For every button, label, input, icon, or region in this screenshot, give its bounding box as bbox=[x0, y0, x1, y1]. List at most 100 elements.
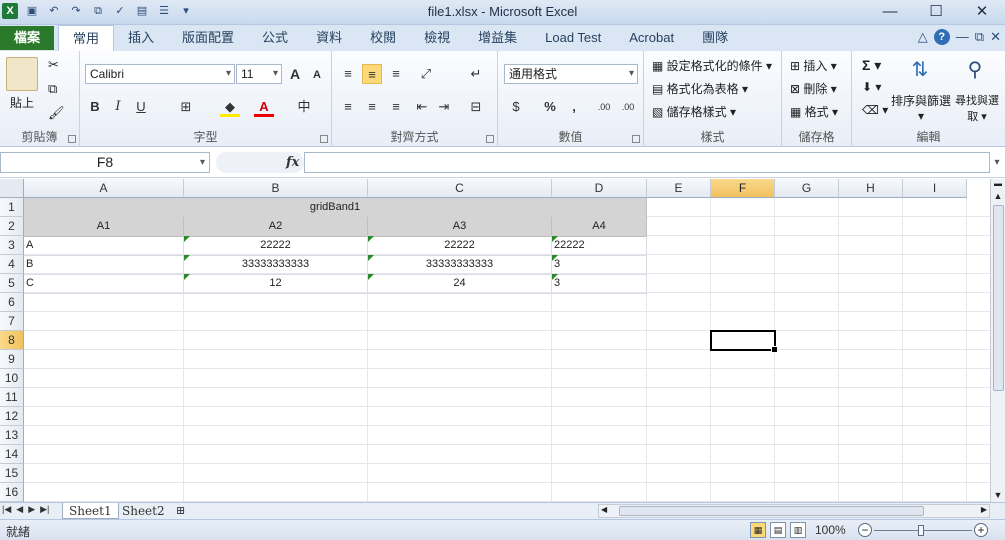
tab-acrobat[interactable]: Acrobat bbox=[615, 25, 688, 51]
column-header-i[interactable]: I bbox=[903, 179, 967, 198]
row-header-13[interactable]: 13 bbox=[0, 426, 24, 445]
select-all-corner[interactable] bbox=[0, 179, 24, 198]
table-cell[interactable]: 33333333333 bbox=[184, 255, 368, 275]
font-color-icon[interactable]: A bbox=[254, 97, 274, 117]
insert-cells-button[interactable]: ⊞ 插入 ▾ bbox=[790, 57, 837, 74]
page-layout-view-icon[interactable]: ▤ bbox=[770, 522, 786, 538]
split-box-icon[interactable]: ▬ bbox=[991, 179, 1005, 189]
row-header-5[interactable]: 5 bbox=[0, 274, 24, 293]
page-break-view-icon[interactable]: ▥ bbox=[790, 522, 806, 538]
row-header-2[interactable]: 2 bbox=[0, 217, 24, 236]
scroll-down-icon[interactable]: ▼ bbox=[991, 490, 1005, 500]
decrease-indent-icon[interactable]: ⇤ bbox=[412, 97, 432, 117]
formula-input[interactable] bbox=[304, 152, 990, 173]
row-header-10[interactable]: 10 bbox=[0, 369, 24, 388]
help-icon[interactable]: ? bbox=[933, 29, 950, 45]
maximize-icon[interactable]: ☐ bbox=[913, 0, 959, 24]
zoom-in-icon[interactable]: + bbox=[974, 523, 988, 537]
table-cell[interactable]: 22222 bbox=[368, 236, 552, 256]
scroll-up-icon[interactable]: ▲ bbox=[991, 191, 1005, 201]
find-select-button[interactable]: 尋找與選取 ▾ bbox=[952, 92, 1002, 124]
percent-button[interactable]: % bbox=[540, 97, 560, 117]
horizontal-scroll-thumb[interactable] bbox=[619, 506, 924, 516]
align-bottom-icon[interactable]: ≡ bbox=[386, 64, 406, 84]
close-icon[interactable]: ✕ bbox=[959, 0, 1005, 24]
table-cell[interactable]: A bbox=[24, 236, 184, 256]
grow-font-button[interactable]: A bbox=[285, 64, 305, 84]
row-header-8[interactable]: 8 bbox=[0, 331, 24, 350]
horizontal-scrollbar[interactable]: ◀ ▶ bbox=[598, 504, 990, 518]
orientation-icon[interactable]: ⤢ bbox=[416, 64, 436, 84]
table-cell[interactable]: 3 bbox=[552, 274, 647, 294]
table-header-cell[interactable]: A3 bbox=[368, 217, 552, 237]
expand-formula-bar-icon[interactable]: ▾ bbox=[991, 152, 1003, 173]
accounting-icon[interactable]: $ bbox=[506, 97, 526, 117]
tab-addins[interactable]: 增益集 bbox=[464, 25, 531, 51]
table-cell[interactable]: B bbox=[24, 255, 184, 275]
format-painter-icon[interactable]: 🖌 bbox=[48, 105, 65, 121]
row-header-7[interactable]: 7 bbox=[0, 312, 24, 331]
row-header-15[interactable]: 15 bbox=[0, 464, 24, 483]
collapse-ribbon-icon[interactable]: △ bbox=[918, 29, 928, 45]
align-right-icon[interactable]: ≡ bbox=[386, 97, 406, 117]
scroll-left-icon[interactable]: ◀ bbox=[601, 505, 607, 514]
format-cells-button[interactable]: ▦ 格式 ▾ bbox=[790, 103, 838, 120]
row-header-3[interactable]: 3 bbox=[0, 236, 24, 255]
tab-view[interactable]: 檢視 bbox=[410, 25, 464, 51]
font-launcher-icon[interactable] bbox=[320, 135, 328, 143]
tab-team[interactable]: 團隊 bbox=[688, 25, 742, 51]
font-size-select[interactable]: 11 bbox=[236, 64, 282, 84]
tab-review[interactable]: 校閱 bbox=[356, 25, 410, 51]
merge-center-icon[interactable]: ⊟ bbox=[466, 97, 486, 117]
tab-formulas[interactable]: 公式 bbox=[248, 25, 302, 51]
sheet-tab-sheet2[interactable]: Sheet2 bbox=[116, 503, 171, 519]
zoom-out-icon[interactable]: − bbox=[858, 523, 872, 537]
row-header-4[interactable]: 4 bbox=[0, 255, 24, 274]
vertical-scroll-thumb[interactable] bbox=[993, 205, 1004, 391]
alignment-launcher-icon[interactable] bbox=[486, 135, 494, 143]
sort-filter-button[interactable]: 排序與篩選 ▾ bbox=[890, 92, 952, 123]
underline-button[interactable]: U bbox=[131, 97, 151, 117]
clipboard-launcher-icon[interactable] bbox=[68, 135, 76, 143]
tab-insert[interactable]: 插入 bbox=[114, 25, 168, 51]
tab-data[interactable]: 資料 bbox=[302, 25, 356, 51]
bold-button[interactable]: B bbox=[85, 97, 105, 117]
align-top-icon[interactable]: ≡ bbox=[338, 64, 358, 84]
table-cell[interactable]: 22222 bbox=[184, 236, 368, 256]
column-header-f[interactable]: F bbox=[711, 179, 775, 198]
column-header-e[interactable]: E bbox=[647, 179, 711, 198]
paste-icon[interactable] bbox=[6, 57, 38, 91]
autosum-button[interactable]: Σ ▾ bbox=[862, 57, 881, 74]
conditional-formatting-button[interactable]: ▦ 設定格式化的條件 ▾ bbox=[652, 57, 772, 74]
row-header-16[interactable]: 16 bbox=[0, 483, 24, 502]
tab-page-layout[interactable]: 版面配置 bbox=[168, 25, 248, 51]
tab-file[interactable]: 檔案 bbox=[0, 26, 54, 50]
table-header-cell[interactable]: A1 bbox=[24, 217, 184, 237]
first-sheet-icon[interactable]: |◀ bbox=[2, 504, 11, 515]
row-header-12[interactable]: 12 bbox=[0, 407, 24, 426]
name-box[interactable]: F8 bbox=[0, 152, 210, 173]
copy-icon[interactable]: ⧉ bbox=[48, 81, 57, 97]
zoom-knob[interactable] bbox=[918, 525, 924, 536]
row-header-11[interactable]: 11 bbox=[0, 388, 24, 407]
row-header-9[interactable]: 9 bbox=[0, 350, 24, 369]
fill-icon[interactable]: ⬇ ▾ bbox=[862, 80, 881, 94]
column-header-g[interactable]: G bbox=[775, 179, 839, 198]
table-cell[interactable]: 24 bbox=[368, 274, 552, 294]
shrink-font-button[interactable]: A bbox=[307, 65, 327, 85]
zoom-slider[interactable]: − + bbox=[858, 523, 988, 538]
insert-function-button[interactable]: fx bbox=[286, 152, 299, 173]
table-cell[interactable]: C bbox=[24, 274, 184, 294]
vertical-scrollbar[interactable]: ▬ ▲ ▼ bbox=[990, 179, 1005, 502]
column-header-a[interactable]: A bbox=[24, 179, 184, 198]
increase-indent-icon[interactable]: ⇥ bbox=[434, 97, 454, 117]
increase-decimal-button[interactable]: .00 bbox=[594, 97, 614, 117]
merged-band-cell[interactable]: gridBand1 bbox=[24, 198, 647, 218]
cut-icon[interactable]: ✂ bbox=[48, 57, 59, 73]
fill-color-icon[interactable]: ◆ bbox=[220, 97, 240, 117]
table-cell[interactable]: 3 bbox=[552, 255, 647, 275]
table-cell[interactable]: 22222 bbox=[552, 236, 647, 256]
tab-home[interactable]: 常用 bbox=[58, 25, 115, 52]
phonetic-icon[interactable]: 中 bbox=[294, 97, 314, 117]
paste-button[interactable]: 貼上 bbox=[10, 94, 34, 111]
